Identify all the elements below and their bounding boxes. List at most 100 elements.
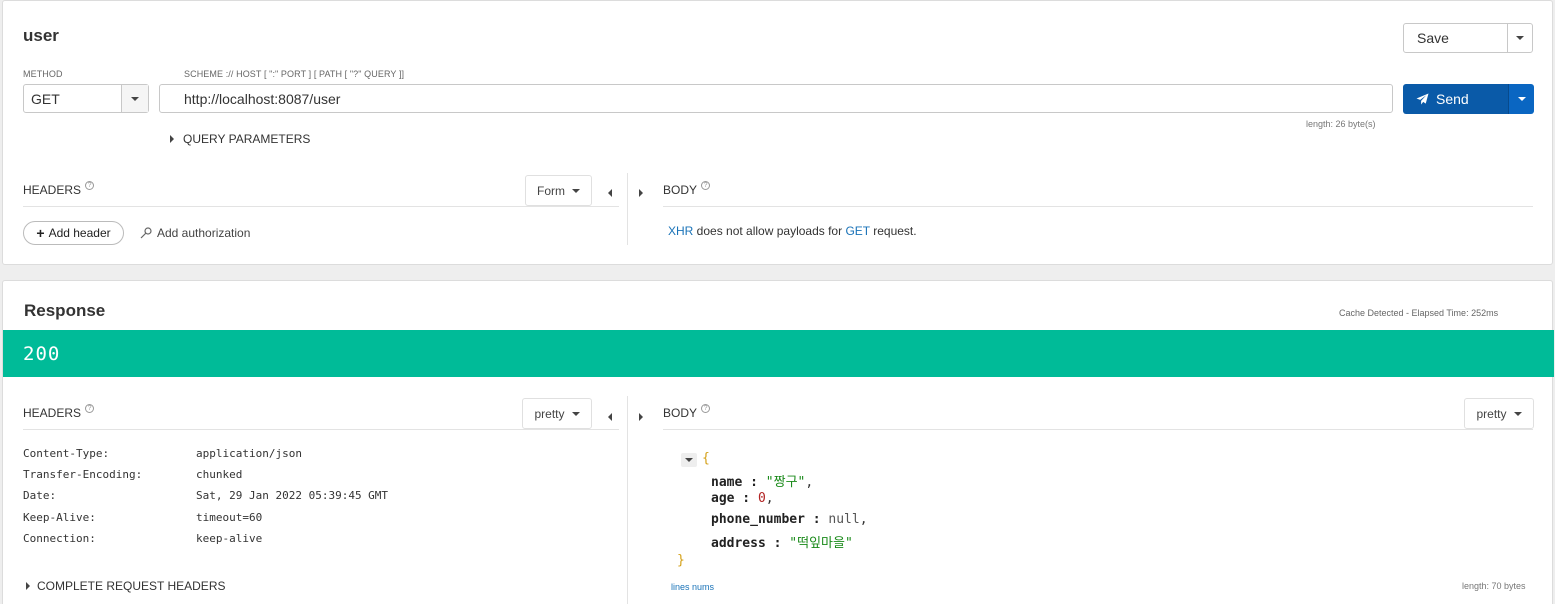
url-input[interactable]: http://localhost:8087/user (159, 84, 1393, 113)
collapse-right-toggle[interactable] (639, 185, 643, 200)
header-key: Keep-Alive: (23, 511, 96, 524)
headers-mode-value: pretty (534, 406, 565, 421)
json-comma: , (859, 512, 868, 527)
response-body-title: BODY (663, 406, 698, 420)
header-key: Connection: (23, 532, 96, 545)
json-key: address (711, 536, 766, 551)
response-body-label: BODY? (663, 404, 711, 420)
chevron-left-icon (608, 413, 612, 421)
json-value: 0 (757, 491, 766, 506)
xhr-link[interactable]: XHR (668, 224, 693, 238)
header-value: timeout=60 (196, 511, 263, 524)
query-parameters-label: QUERY PARAMETERS (183, 132, 311, 146)
json-open-brace: { (702, 451, 710, 466)
chevron-down-icon (685, 458, 693, 462)
send-options-toggle[interactable] (1508, 84, 1534, 114)
headers-mode-value: Form (537, 183, 565, 198)
complete-request-headers-label: COMPLETE REQUEST HEADERS (37, 579, 226, 593)
response-title: Response (24, 301, 106, 320)
json-collapse-toggle[interactable] (681, 453, 697, 467)
chevron-down-icon (1513, 411, 1522, 416)
chevron-right-icon (170, 135, 174, 143)
body-length: length: 70 bytes (1462, 581, 1526, 591)
help-icon[interactable]: ? (85, 404, 95, 413)
response-headers-title: HEADERS (23, 406, 82, 420)
query-parameters-toggle[interactable]: QUERY PARAMETERS (170, 132, 310, 146)
response-body-mode-select[interactable]: pretty (1464, 398, 1534, 429)
response-headers-label: HEADERS? (23, 404, 95, 420)
response-panel: Response Cache Detected - Elapsed Time: … (2, 280, 1554, 604)
collapse-right-toggle[interactable] (639, 409, 643, 424)
json-comma: , (765, 491, 774, 506)
json-key: age (711, 491, 735, 506)
get-link[interactable]: GET (845, 224, 869, 238)
header-key: Content-Type: (23, 447, 110, 460)
chevron-down-icon (1517, 97, 1526, 101)
request-body-title: BODY (663, 183, 698, 197)
chevron-right-icon (639, 413, 643, 421)
send-split-button: Send (1403, 84, 1534, 114)
help-icon[interactable]: ? (701, 181, 711, 190)
collapse-left-toggle[interactable] (608, 409, 612, 424)
header-value: Sat, 29 Jan 2022 05:39:45 GMT (196, 489, 389, 502)
save-options-toggle[interactable] (1508, 24, 1532, 52)
chevron-down-icon (571, 411, 580, 416)
save-button[interactable]: Save (1404, 24, 1508, 52)
json-field: address : "떡잎마을" (711, 536, 853, 551)
help-icon[interactable]: ? (701, 404, 711, 413)
json-key: phone_number (711, 512, 805, 527)
lines-nums-toggle[interactable]: lines nums (671, 582, 714, 592)
json-close-brace: } (677, 553, 685, 568)
json-value: "떡잎마을" (789, 536, 853, 551)
chevron-down-icon (1516, 36, 1524, 40)
send-label: Send (1436, 91, 1469, 107)
add-authorization-button[interactable]: Add authorization (140, 226, 250, 240)
request-headers-title: HEADERS (23, 183, 82, 197)
add-header-button[interactable]: + Add header (23, 221, 124, 245)
help-icon[interactable]: ? (85, 181, 95, 190)
chevron-right-icon (26, 582, 30, 590)
headers-mode-select[interactable]: Form (525, 175, 592, 206)
divider (663, 206, 1533, 207)
divider (627, 173, 628, 245)
method-dropdown-toggle[interactable] (122, 85, 148, 112)
json-comma: , (805, 475, 814, 490)
status-bar: 200 (3, 330, 1554, 377)
json-value: null (828, 512, 860, 527)
plus-icon: + (36, 225, 45, 241)
header-value: keep-alive (196, 532, 263, 545)
add-header-label: Add header (48, 226, 111, 240)
json-field: phone_number : null, (711, 512, 868, 527)
header-key: Date: (23, 489, 57, 502)
divider (23, 206, 619, 207)
response-headers-mode-select[interactable]: pretty (522, 398, 592, 429)
response-timing: Cache Detected - Elapsed Time: 252ms (1339, 308, 1499, 318)
body-mode-value: pretty (1476, 406, 1507, 421)
status-code: 200 (23, 343, 61, 365)
method-value: GET (24, 85, 122, 112)
header-value: chunked (196, 468, 243, 481)
divider (627, 396, 628, 604)
request-body-label: BODY? (663, 181, 711, 197)
send-button[interactable]: Send (1403, 84, 1508, 114)
json-key: name (711, 475, 743, 490)
json-field: age : 0, (711, 491, 774, 506)
method-label: METHOD (23, 69, 63, 79)
json-field: name : "짱구", (711, 475, 814, 490)
complete-request-headers-toggle[interactable]: COMPLETE REQUEST HEADERS (26, 579, 225, 593)
chevron-right-icon (639, 189, 643, 197)
header-value: application/json (196, 447, 302, 460)
method-select[interactable]: GET (23, 84, 149, 113)
divider (23, 429, 619, 430)
add-authorization-label: Add authorization (157, 226, 251, 240)
url-format-label: SCHEME :// HOST [ ":" PORT ] [ PATH [ "?… (184, 69, 405, 79)
chevron-left-icon (608, 189, 612, 197)
request-headers-label: HEADERS? (23, 181, 95, 197)
chevron-down-icon (572, 188, 580, 193)
header-key: Transfer-Encoding: (23, 468, 143, 481)
collapse-left-toggle[interactable] (608, 185, 612, 200)
divider (663, 429, 1533, 430)
request-panel: user Save METHOD SCHEME :// HOST [ ":" P… (2, 0, 1553, 265)
url-length: length: 26 byte(s) (1306, 119, 1376, 129)
key-icon (140, 227, 152, 239)
